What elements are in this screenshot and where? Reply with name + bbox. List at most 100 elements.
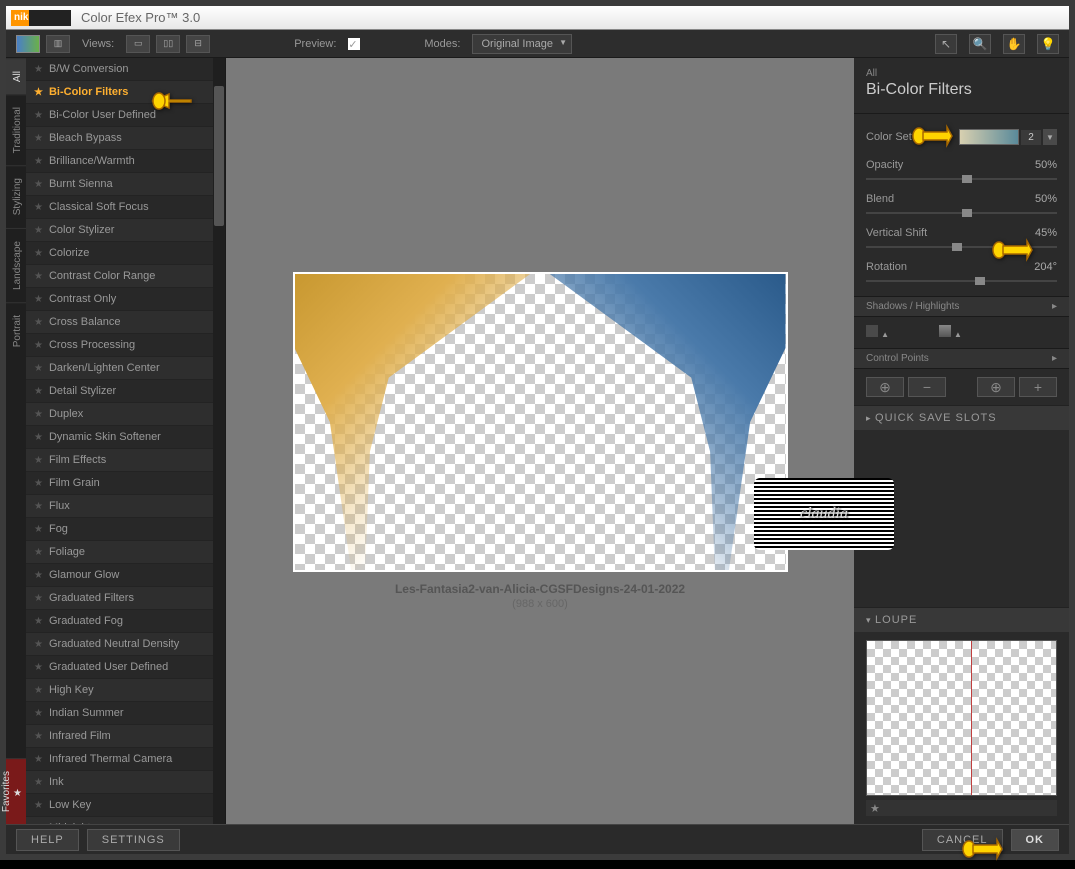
- pointer-tool-icon[interactable]: ↖: [935, 34, 957, 54]
- view-mode-icon-1[interactable]: [16, 35, 40, 53]
- remove-control-point-button[interactable]: −: [908, 377, 946, 397]
- blend-slider[interactable]: [866, 212, 1057, 214]
- views-label: Views:: [82, 38, 114, 50]
- filter-item[interactable]: High Key: [26, 679, 225, 702]
- filter-item[interactable]: Bleach Bypass: [26, 127, 225, 150]
- preview-overlay-right: [550, 274, 786, 570]
- filter-list[interactable]: B/W ConversionBi-Color FiltersBi-Color U…: [26, 58, 226, 824]
- tab-stylizing[interactable]: Stylizing: [6, 165, 26, 227]
- filter-item[interactable]: Indian Summer: [26, 702, 225, 725]
- vshift-slider[interactable]: [866, 246, 1057, 248]
- filter-item[interactable]: Detail Stylizer: [26, 380, 225, 403]
- opacity-value: 50%: [1035, 159, 1057, 171]
- filter-item[interactable]: Colorize: [26, 242, 225, 265]
- colorset-label: Color Set: [866, 131, 912, 143]
- filter-item[interactable]: Bi-Color Filters: [26, 81, 225, 104]
- filter-item[interactable]: Dynamic Skin Softener: [26, 426, 225, 449]
- filter-item[interactable]: Bi-Color User Defined: [26, 104, 225, 127]
- filter-item[interactable]: Fog: [26, 518, 225, 541]
- filter-item[interactable]: Film Effects: [26, 449, 225, 472]
- modes-dropdown[interactable]: Original Image: [472, 34, 572, 54]
- tab-landscape[interactable]: Landscape: [6, 228, 26, 302]
- colorset-value: 2: [1021, 130, 1041, 145]
- loupe-star-icon[interactable]: ★: [870, 802, 880, 815]
- cp-button-3[interactable]: ⊕: [977, 377, 1015, 397]
- filter-item[interactable]: Graduated User Defined: [26, 656, 225, 679]
- filter-item[interactable]: Classical Soft Focus: [26, 196, 225, 219]
- preview-overlay-left: [295, 274, 531, 570]
- shadows-checkbox[interactable]: [866, 325, 878, 337]
- filter-item[interactable]: Low Key: [26, 794, 225, 817]
- tab-all[interactable]: All: [6, 58, 26, 94]
- filter-item[interactable]: Brilliance/Warmth: [26, 150, 225, 173]
- watermark: [754, 478, 894, 550]
- loupe-footer: ★: [866, 800, 1057, 816]
- filter-item[interactable]: Graduated Neutral Density: [26, 633, 225, 656]
- toolbar: ▥ Views: ▭ ▯▯ ⊟ Preview: ✓ Modes: Origin…: [6, 30, 1069, 58]
- filter-item[interactable]: Graduated Filters: [26, 587, 225, 610]
- rotation-label: Rotation: [866, 261, 907, 273]
- filter-item[interactable]: Color Stylizer: [26, 219, 225, 242]
- filter-item[interactable]: Contrast Only: [26, 288, 225, 311]
- loupe-header[interactable]: LOUPE: [854, 607, 1069, 632]
- filter-item[interactable]: Infrared Film: [26, 725, 225, 748]
- help-button[interactable]: HELP: [16, 829, 79, 851]
- quick-save-header[interactable]: QUICK SAVE SLOTS: [854, 405, 1069, 430]
- filter-item[interactable]: Midnight: [26, 817, 225, 824]
- view-mode-icon-2[interactable]: ▥: [46, 35, 70, 53]
- layout-split-v-icon[interactable]: ▯▯: [156, 35, 180, 53]
- filter-item[interactable]: Burnt Sienna: [26, 173, 225, 196]
- filter-item[interactable]: Foliage: [26, 541, 225, 564]
- cancel-button[interactable]: CANCEL: [922, 829, 1003, 851]
- bulb-tool-icon[interactable]: 💡: [1037, 34, 1059, 54]
- category-tabs: All Traditional Stylizing Landscape Port…: [6, 58, 26, 824]
- rotation-slider[interactable]: [866, 280, 1057, 282]
- filter-item[interactable]: Cross Processing: [26, 334, 225, 357]
- filter-item[interactable]: Infrared Thermal Camera: [26, 748, 225, 771]
- tab-portrait[interactable]: Portrait: [6, 302, 26, 359]
- shadows-highlights-header[interactable]: Shadows / Highlights▸: [854, 296, 1069, 317]
- filter-item[interactable]: Darken/Lighten Center: [26, 357, 225, 380]
- highlights-checkbox[interactable]: [939, 325, 951, 337]
- opacity-slider[interactable]: [866, 178, 1057, 180]
- title-bar: nik Color Efex Pro™ 3.0: [6, 6, 1069, 30]
- scrollbar-thumb[interactable]: [214, 86, 224, 226]
- filter-item[interactable]: Cross Balance: [26, 311, 225, 334]
- colorset-dropdown-icon[interactable]: ▼: [1043, 129, 1057, 145]
- filter-item[interactable]: Graduated Fog: [26, 610, 225, 633]
- app-title: Color Efex Pro™ 3.0: [81, 10, 200, 25]
- modes-label: Modes:: [424, 38, 460, 50]
- preview-label: Preview:: [294, 38, 336, 50]
- panel-category: All: [866, 68, 1057, 79]
- filter-item[interactable]: Glamour Glow: [26, 564, 225, 587]
- zoom-tool-icon[interactable]: 🔍: [969, 34, 991, 54]
- panel-title: Bi-Color Filters: [866, 81, 1057, 99]
- ok-button[interactable]: OK: [1011, 829, 1060, 851]
- preview-dimensions: (988 x 600): [512, 598, 568, 610]
- filter-item[interactable]: Duplex: [26, 403, 225, 426]
- right-panel: All Bi-Color Filters Color Set 2▼ Opacit…: [854, 58, 1069, 824]
- scrollbar-track[interactable]: [213, 58, 225, 824]
- filter-item[interactable]: Flux: [26, 495, 225, 518]
- layout-single-icon[interactable]: ▭: [126, 35, 150, 53]
- control-points-header[interactable]: Control Points▸: [854, 348, 1069, 369]
- blend-value: 50%: [1035, 193, 1057, 205]
- vshift-label: Vertical Shift: [866, 227, 927, 239]
- blend-label: Blend: [866, 193, 894, 205]
- cp-button-4[interactable]: +: [1019, 377, 1057, 397]
- layout-split-h-icon[interactable]: ⊟: [186, 35, 210, 53]
- settings-button[interactable]: SETTINGS: [87, 829, 180, 851]
- colorset-swatch[interactable]: [959, 129, 1019, 145]
- loupe-divider: [971, 641, 972, 795]
- filter-item[interactable]: Ink: [26, 771, 225, 794]
- bottom-bar: HELP SETTINGS CANCEL OK: [6, 824, 1069, 854]
- add-control-point-button[interactable]: ⊕: [866, 377, 904, 397]
- filter-item[interactable]: Film Grain: [26, 472, 225, 495]
- filter-item[interactable]: B/W Conversion: [26, 58, 225, 81]
- tab-traditional[interactable]: Traditional: [6, 94, 26, 165]
- hand-tool-icon[interactable]: ✋: [1003, 34, 1025, 54]
- tab-favorites[interactable]: Favorites: [6, 758, 26, 824]
- loupe-preview[interactable]: [866, 640, 1057, 796]
- filter-item[interactable]: Contrast Color Range: [26, 265, 225, 288]
- preview-checkbox[interactable]: ✓: [348, 38, 360, 50]
